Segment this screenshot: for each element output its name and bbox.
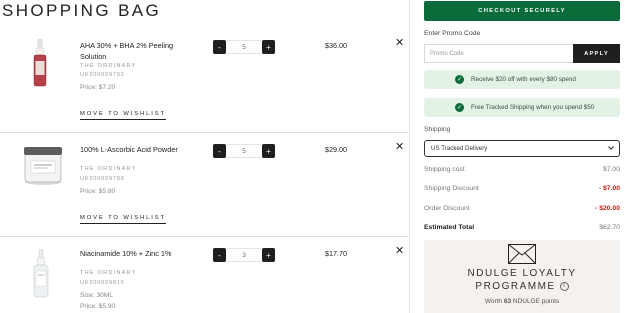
remove-item-icon[interactable]: ✕	[395, 246, 404, 257]
item-size: Size: 30ML	[80, 292, 113, 299]
decrease-quantity-button[interactable]: -	[213, 248, 226, 262]
summary-label: Estimated Total	[424, 224, 475, 231]
shipping-label: Shipping	[424, 126, 451, 133]
summary-row-shipping-discount: Shipping Discount - $7.00	[424, 185, 620, 192]
item-name[interactable]: AHA 30% + BHA 2% Peeling Solution	[80, 40, 180, 62]
loyalty-points-value: 63	[503, 298, 512, 305]
chevron-down-icon	[608, 146, 614, 150]
loyalty-worth-suffix: NDULGE points	[512, 298, 560, 305]
loyalty-title-line2: PROGRAMME i	[424, 280, 620, 294]
item-brand: THE ORDINARY	[80, 166, 137, 172]
check-circle-icon: ✓	[455, 103, 464, 112]
loyalty-card: NDULGE LOYALTY PROGRAMME i Worth 63 NDULG…	[424, 240, 620, 313]
remove-item-icon[interactable]: ✕	[395, 142, 404, 153]
increase-quantity-button[interactable]: +	[262, 248, 275, 262]
summary-label: Shipping Discount	[424, 185, 479, 192]
promo-banner: ✓ Receive $20 off with every $80 spend	[424, 70, 620, 89]
line-total: $29.00	[325, 145, 347, 154]
summary-value: - $20.00	[595, 205, 620, 212]
quantity-value[interactable]: 3	[226, 248, 262, 262]
quantity-stepper: - 3 +	[213, 247, 275, 263]
column-divider	[409, 0, 410, 313]
apply-promo-button[interactable]: APPLY	[573, 44, 620, 63]
quantity-stepper: - 5 +	[213, 143, 275, 159]
dropper-bottle-clear-icon[interactable]	[30, 249, 52, 299]
loyalty-title: NDULGE LOYALTY	[467, 268, 577, 279]
page-title: SHOPPING BAG	[2, 1, 162, 20]
summary-row-estimated-total: Estimated Total $62.70	[424, 224, 620, 231]
summary-row-shipping-cost: Shipping cost $7.00	[424, 166, 620, 173]
summary-value: $62.70	[599, 224, 620, 231]
item-price: Price: $5.90	[80, 303, 116, 310]
increase-quantity-button[interactable]: +	[262, 144, 275, 158]
summary-value: $7.00	[602, 166, 620, 173]
loyalty-title-text: PROGRAMME	[475, 281, 556, 292]
quantity-value[interactable]: 5	[226, 144, 262, 158]
item-sku: UK200029789	[80, 176, 125, 182]
promo-code-input[interactable]: Promo Code	[424, 44, 573, 63]
move-to-wishlist-link[interactable]: MOVE TO WISHLIST	[80, 215, 166, 224]
envelope-icon	[508, 244, 536, 264]
increase-quantity-button[interactable]: +	[262, 40, 275, 54]
dropper-bottle-red-icon[interactable]	[30, 39, 50, 89]
summary-label: Shipping cost	[424, 166, 465, 173]
loyalty-points: Worth 63 NDULGE points	[424, 298, 620, 305]
shipping-selected-value: US Tracked Delivery	[431, 145, 488, 152]
item-sku: UK200029791	[80, 72, 125, 78]
line-total: $36.00	[325, 41, 347, 50]
summary-value: - $7.00	[598, 185, 620, 192]
summary-row-order-discount: Order Discount - $20.00	[424, 205, 620, 212]
shipping-method-select[interactable]: US Tracked Delivery	[424, 140, 620, 157]
item-name[interactable]: Niacinamide 10% + Zinc 1%	[80, 248, 180, 259]
quantity-value[interactable]: 5	[226, 40, 262, 54]
item-name[interactable]: 100% L-Ascorbic Acid Powder	[80, 144, 180, 155]
item-sku: UK200029815	[80, 280, 125, 286]
loyalty-worth-prefix: Worth	[484, 298, 503, 305]
promo-banner-text: Free Tracked Shipping when you spend $50	[471, 104, 595, 111]
decrease-quantity-button[interactable]: -	[213, 40, 226, 54]
item-price: Price: $7.20	[80, 84, 116, 91]
item-divider	[0, 132, 408, 133]
item-price: Price: $5.80	[80, 188, 116, 195]
checkout-button[interactable]: CHECKOUT SECURELY	[424, 1, 620, 21]
line-total: $17.70	[325, 249, 347, 258]
quantity-stepper: - 5 +	[213, 39, 275, 55]
move-to-wishlist-link[interactable]: MOVE TO WISHLIST	[80, 111, 166, 120]
check-circle-icon: ✓	[455, 75, 464, 84]
info-icon[interactable]: i	[559, 281, 569, 291]
item-brand: THE ORDINARY	[80, 270, 137, 276]
powder-jar-icon[interactable]	[22, 144, 64, 186]
item-brand: THE ORDINARY	[80, 63, 137, 69]
item-divider	[0, 236, 408, 237]
promo-banner-text: Receive $20 off with every $80 spend	[471, 76, 576, 83]
promo-code-label: Enter Promo Code	[424, 30, 481, 37]
summary-label: Order Discount	[424, 205, 470, 212]
remove-item-icon[interactable]: ✕	[395, 38, 404, 49]
decrease-quantity-button[interactable]: -	[213, 144, 226, 158]
promo-banner: ✓ Free Tracked Shipping when you spend $…	[424, 98, 620, 117]
